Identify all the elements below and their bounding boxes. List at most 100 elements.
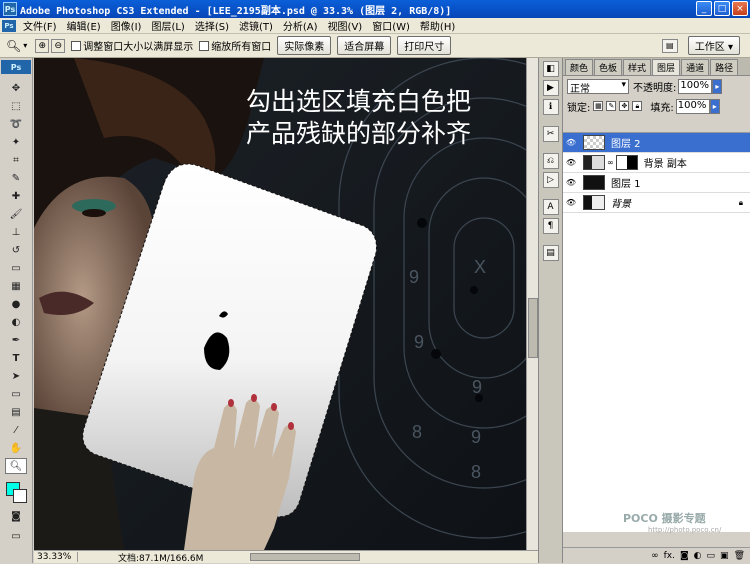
print-size-button[interactable]: 打印尺寸: [397, 36, 452, 55]
screen-mode-icon[interactable]: ▭: [5, 528, 27, 544]
path-selection-tool-icon[interactable]: ➤: [5, 368, 27, 384]
tab-paths[interactable]: 路径: [710, 59, 739, 75]
visibility-eye-icon[interactable]: 👁︎: [563, 178, 579, 187]
menu-window[interactable]: 窗口(W): [367, 18, 415, 33]
quick-mask-icon[interactable]: ◙: [5, 508, 27, 524]
histogram-icon[interactable]: ▶: [542, 80, 559, 96]
layer-comps-icon[interactable]: ▤: [542, 245, 559, 261]
menu-view[interactable]: 视图(V): [323, 18, 368, 33]
menu-image[interactable]: 图像(I): [106, 18, 147, 33]
menu-file[interactable]: 文件(F): [18, 18, 62, 33]
eraser-tool-icon[interactable]: ▭: [5, 260, 27, 276]
lasso-tool-icon[interactable]: ➰: [5, 116, 27, 132]
zoom-tool-icon[interactable]: 🔍︎: [6, 39, 21, 53]
crop-tool-icon[interactable]: ⌗: [5, 152, 27, 168]
opacity-input[interactable]: 100%: [678, 78, 713, 94]
eyedropper-tool-icon[interactable]: ⁄: [5, 422, 27, 438]
layer-row-layer1[interactable]: 👁︎ 图层 1: [563, 173, 750, 193]
close-button[interactable]: ×: [732, 1, 748, 16]
visibility-eye-icon[interactable]: 👁︎: [563, 158, 579, 167]
tab-swatches[interactable]: 色板: [594, 59, 623, 75]
fit-screen-button[interactable]: 适合屏幕: [337, 36, 392, 55]
brush-tool-icon[interactable]: 🖌︎: [5, 206, 27, 222]
notes-tool-icon[interactable]: ▤: [5, 404, 27, 420]
layer-name[interactable]: 图层 2: [611, 135, 641, 150]
minimize-button[interactable]: _: [696, 1, 712, 16]
visibility-eye-icon[interactable]: 👁︎: [563, 138, 579, 147]
layer-style-icon[interactable]: fx.: [664, 551, 675, 561]
layer-name[interactable]: 背景 副本: [644, 155, 687, 170]
layer-name[interactable]: 图层 1: [611, 175, 641, 190]
actual-pixels-button[interactable]: 实际像素: [277, 36, 332, 55]
zoom-tool-icon[interactable]: 🔍︎: [5, 458, 27, 474]
link-layers-icon[interactable]: ∞: [651, 551, 659, 561]
chain-link-icon[interactable]: ∞: [607, 158, 614, 167]
lock-position-icon[interactable]: ✥: [619, 101, 630, 111]
scroll-thumb[interactable]: [528, 298, 538, 358]
new-layer-icon[interactable]: ▣: [720, 551, 729, 561]
menu-help[interactable]: 帮助(H): [415, 18, 460, 33]
horizontal-scroll-thumb[interactable]: [250, 553, 360, 561]
info-icon[interactable]: ℹ: [542, 99, 559, 115]
marquee-tool-icon[interactable]: ⬚: [5, 98, 27, 114]
chevron-down-icon[interactable]: ▾: [23, 41, 27, 50]
checkbox-box[interactable]: [71, 40, 82, 51]
history-brush-tool-icon[interactable]: ↺: [5, 242, 27, 258]
menu-layer[interactable]: 图层(L): [146, 18, 189, 33]
menu-edit[interactable]: 编辑(E): [62, 18, 106, 33]
zoom-out-icon[interactable]: ⊖: [51, 38, 66, 53]
menu-filter[interactable]: 滤镜(T): [234, 18, 278, 33]
actions-icon[interactable]: ▷: [542, 172, 559, 188]
layer-row-background[interactable]: 👁︎ 背景 🔒︎: [563, 193, 750, 213]
dodge-tool-icon[interactable]: ◐: [5, 314, 27, 330]
menu-analysis[interactable]: 分析(A): [278, 18, 323, 33]
tab-channels[interactable]: 通道: [681, 59, 710, 75]
tab-color[interactable]: 颜色: [565, 59, 594, 75]
history-icon[interactable]: ⎌: [542, 153, 559, 169]
maximize-button[interactable]: □: [714, 1, 730, 16]
navigator-icon[interactable]: ◧: [542, 61, 559, 77]
brush-palette-icon[interactable]: ▤: [661, 38, 678, 53]
tab-layers[interactable]: 图层: [652, 59, 681, 75]
lock-all-icon[interactable]: 🔒︎: [632, 101, 643, 111]
clone-stamp-tool-icon[interactable]: ⊥: [5, 224, 27, 240]
menu-select[interactable]: 选择(S): [190, 18, 234, 33]
paragraph-icon[interactable]: ¶: [542, 218, 559, 234]
new-group-icon[interactable]: ▭: [707, 551, 716, 561]
layer-name[interactable]: 背景: [611, 195, 631, 210]
fill-slider-arrow[interactable]: ▸: [709, 98, 720, 114]
delete-layer-icon[interactable]: 🗑︎: [734, 551, 745, 561]
hand-tool-icon[interactable]: ✋: [5, 440, 27, 456]
resize-windows-checkbox[interactable]: 调整窗口大小以满屏显示: [71, 38, 193, 53]
magic-wand-tool-icon[interactable]: ✦: [5, 134, 27, 150]
type-tool-icon[interactable]: T: [5, 350, 27, 366]
lock-pixels-icon[interactable]: ✎: [606, 101, 617, 111]
tool-presets-icon[interactable]: ✂: [542, 126, 559, 142]
vertical-scrollbar[interactable]: [526, 58, 538, 550]
workspace-button[interactable]: 工作区 ▾: [687, 36, 740, 55]
fill-input[interactable]: 100%: [675, 98, 710, 114]
pen-tool-icon[interactable]: ✒: [5, 332, 27, 348]
move-tool-icon[interactable]: ✥: [5, 80, 27, 96]
zoom-all-checkbox[interactable]: 缩放所有窗口: [199, 38, 271, 53]
zoom-in-icon[interactable]: ⊕: [35, 38, 50, 53]
layer-row-bg-copy[interactable]: 👁︎ ∞ 背景 副本: [563, 153, 750, 173]
character-icon[interactable]: A: [542, 199, 559, 215]
slice-tool-icon[interactable]: ✎: [5, 170, 27, 186]
opacity-slider-arrow[interactable]: ▸: [712, 78, 723, 94]
healing-brush-tool-icon[interactable]: ✚: [5, 188, 27, 204]
gradient-tool-icon[interactable]: ▦: [5, 278, 27, 294]
visibility-eye-icon[interactable]: 👁︎: [563, 198, 579, 207]
layer-row-layer2[interactable]: 👁︎ 图层 2: [563, 133, 750, 153]
zoom-level[interactable]: 33.33%: [34, 552, 78, 562]
blur-tool-icon[interactable]: ●: [5, 296, 27, 312]
document-canvas[interactable]: 9 9 X 9 8 9 8 勾出选区填充白色把 产品残缺的部分补齐: [34, 58, 526, 550]
checkbox-box[interactable]: [199, 40, 210, 51]
tab-styles[interactable]: 样式: [623, 59, 652, 75]
lock-transparency-icon[interactable]: ▦: [593, 101, 604, 111]
shape-tool-icon[interactable]: ▭: [5, 386, 27, 402]
add-mask-icon[interactable]: ◙: [680, 551, 689, 561]
adjustment-layer-icon[interactable]: ◐: [694, 551, 702, 561]
blend-mode-select[interactable]: 正常: [567, 78, 629, 95]
background-color-swatch[interactable]: [13, 489, 27, 503]
